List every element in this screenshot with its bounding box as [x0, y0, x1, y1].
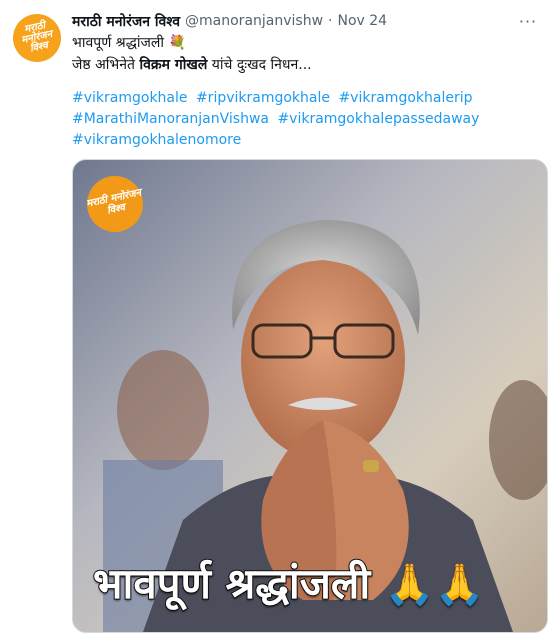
folded-hands-icon: 🙏🙏 [384, 561, 486, 609]
tweet-time[interactable]: Nov 24 [337, 13, 387, 29]
tweet-content: मराठी मनोरंजन विश्व @manoranjanvishw · N… [72, 10, 541, 151]
tweet-line-2-suffix: यांचे दुःखद निधन... [207, 57, 312, 73]
author-handle[interactable]: @manoranjanvishw [185, 13, 323, 29]
watermark-logo: मराठी मनोरंजन विश्व [85, 176, 143, 232]
hashtag-link[interactable]: #ripvikramgokhale [196, 90, 330, 106]
tweet-text: भावपूर्ण श्रद्धांजली 💐 जेष्ठ अभिनेते विक… [72, 32, 541, 76]
hashtag-link[interactable]: #vikramgokhale [72, 90, 188, 106]
hashtag-link[interactable]: #vikramgokhalenomore [72, 132, 241, 148]
separator-dot: · [328, 13, 333, 29]
tweet-line-2: जेष्ठ अभिनेते विक्रम गोखले यांचे दुःखद न… [72, 54, 541, 76]
tweet-line-1: भावपूर्ण श्रद्धांजली 💐 [72, 35, 186, 51]
watermark-text: मराठी मनोरंजन विश्व [85, 187, 143, 217]
hashtags: #vikramgokhale #ripvikramgokhale #vikram… [72, 88, 541, 151]
tweet[interactable]: मराठी मनोरंजन विश्व मराठी मनोरंजन विश्व … [0, 0, 553, 635]
more-dots-icon[interactable]: ··· [515, 10, 541, 32]
tweet-media-image[interactable]: मराठी मनोरंजन विश्व भावपूर्ण श्रद्धांजली… [72, 159, 548, 633]
image-caption: भावपूर्ण श्रद्धांजली 🙏🙏 [92, 556, 486, 613]
avatar[interactable]: मराठी मनोरंजन विश्व [13, 14, 61, 62]
caption-text: भावपूर्ण श्रद्धांजली [92, 558, 371, 609]
avatar-logo: मराठी मनोरंजन विश्व [20, 20, 54, 55]
tweet-line-2-bold: विक्रम गोखले [139, 57, 208, 73]
hashtag-link[interactable]: #vikramgokhalepassedaway [277, 111, 479, 127]
hashtag-link[interactable]: #MarathiManoranjanVishwa [72, 111, 269, 127]
author-name[interactable]: मराठी मनोरंजन विश्व [72, 12, 180, 31]
tweet-header: मराठी मनोरंजन विश्व @manoranjanvishw · N… [72, 10, 541, 32]
hashtag-link[interactable]: #vikramgokhalerip [338, 90, 472, 106]
tweet-line-2-prefix: जेष्ठ अभिनेते [72, 57, 140, 73]
